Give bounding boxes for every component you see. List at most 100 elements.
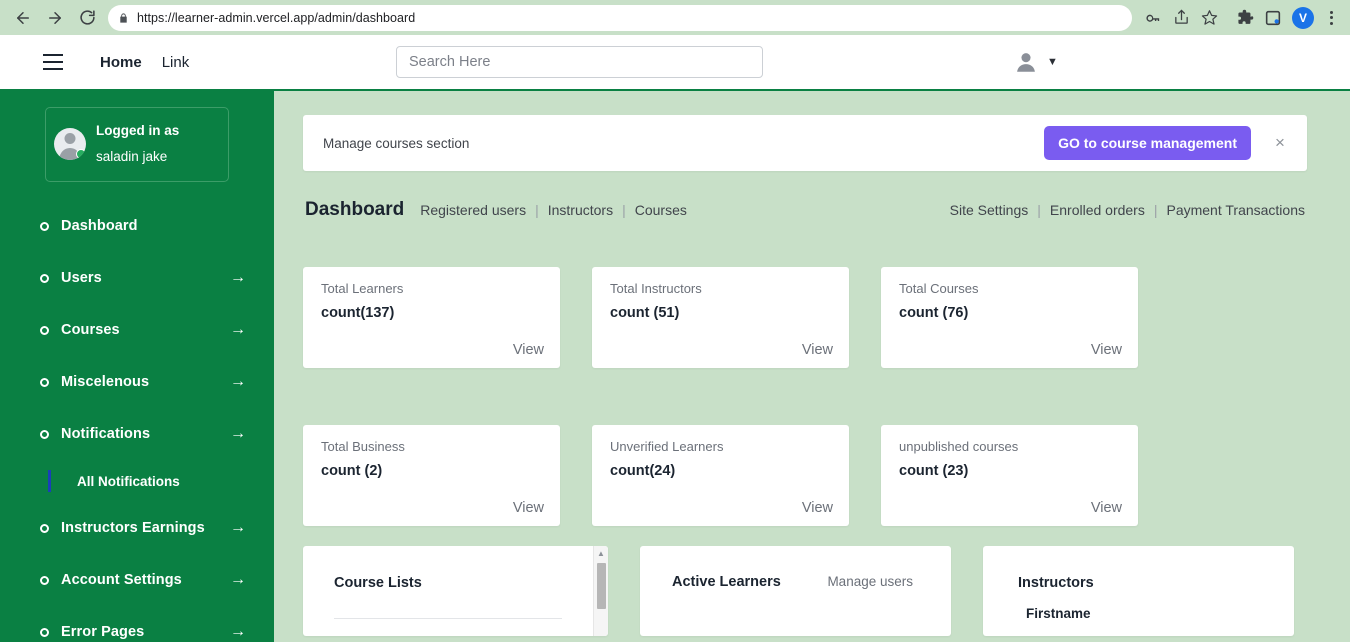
stat-card-count: count (76) [899,305,969,321]
stat-card-unverified-learners[interactable]: Unverified Learners count(24) View [592,425,849,526]
go-to-course-management-button[interactable]: GO to course management [1044,126,1251,160]
sidebar-subitem-label: All Notifications [77,473,180,489]
manage-users-link[interactable]: Manage users [827,574,913,589]
stat-cards-row: Total Learners count(137) View Total Ins… [303,267,1307,368]
page-body: Logged in as saladin jake Dashboard User… [0,91,1350,642]
instructors-column-header: Firstname [1026,606,1091,621]
sidebar-menu: Dashboard Users → Courses → Miscelenous … [0,200,274,642]
stat-card-unpublished-courses[interactable]: unpublished courses count (23) View [881,425,1138,526]
stat-card-view-link[interactable]: View [513,342,544,358]
stat-card-view-link[interactable]: View [1091,342,1122,358]
arrow-right-icon: → [230,623,246,641]
sidebar-item-label: Account Settings [61,572,182,589]
nav-item-home[interactable]: Home [100,54,142,71]
stat-card-total-instructors[interactable]: Total Instructors count (51) View [592,267,849,368]
sidebar-item-users[interactable]: Users → [0,252,274,304]
stat-card-total-business[interactable]: Total Business count (2) View [303,425,560,526]
logged-in-label: Logged in as [96,123,180,138]
stat-card-view-link[interactable]: View [513,500,544,516]
chevron-down-icon[interactable]: ▼ [1047,56,1058,68]
user-menu[interactable]: ▼ [1013,49,1058,75]
stat-card-view-link[interactable]: View [802,500,833,516]
stat-cards-grid: Total Learners count(137) View Total Ins… [303,267,1307,526]
sidebar-item-miscelenous[interactable]: Miscelenous → [0,356,274,408]
share-icon[interactable] [1168,5,1194,31]
forward-arrow-icon[interactable] [40,3,70,33]
puzzle-icon[interactable] [1232,5,1258,31]
stat-card-title: unpublished courses [899,439,1019,454]
breadcrumb-enrolled-orders[interactable]: Enrolled orders [1050,202,1145,218]
scrollbar[interactable]: ▲ [593,546,608,636]
breadcrumb-instructors[interactable]: Instructors [548,202,613,218]
stat-cards-row: Total Business count (2) View Unverified… [303,425,1307,526]
stat-card-view-link[interactable]: View [1091,500,1122,516]
sidebar-item-notifications[interactable]: Notifications → [0,408,274,460]
arrow-right-icon: → [230,321,246,339]
stat-card-title: Total Business [321,439,405,454]
stat-card-count: count (2) [321,463,383,479]
stat-card-count: count(137) [321,305,395,321]
sidebar-item-label: Miscelenous [61,374,150,391]
banner-text: Manage courses section [323,135,470,151]
sidebar-item-label: Users [61,270,102,287]
stat-card-total-courses[interactable]: Total Courses count (76) View [881,267,1138,368]
online-badge [76,148,86,159]
stat-card-title: Total Learners [321,281,404,296]
search-container [396,46,763,78]
breadcrumb-payment-transactions[interactable]: Payment Transactions [1166,202,1305,218]
panel-instructors: Instructors Firstname [983,546,1294,636]
sidebar-item-instructors-earnings[interactable]: Instructors Earnings → [0,502,274,554]
three-dots-icon[interactable] [1320,5,1342,31]
side-panel-icon[interactable] [1260,5,1286,31]
sidebar-item-account-settings[interactable]: Account Settings → [0,554,274,606]
active-indicator-bar [48,470,51,493]
circle-bullet-icon [40,575,49,585]
arrow-right-icon: → [230,269,246,287]
search-input[interactable] [396,46,763,78]
sidebar-item-courses[interactable]: Courses → [0,304,274,356]
top-nav: Home Link [100,54,189,71]
sidebar-subitem-all-notifications[interactable]: All Notifications [0,460,274,502]
breadcrumb-site-settings[interactable]: Site Settings [950,202,1029,218]
user-avatar-icon [1013,49,1039,75]
browser-profile-avatar[interactable]: V [1292,6,1314,29]
nav-item-link[interactable]: Link [162,54,190,71]
panels-row: Course Lists ▲ Active Learners Manage us… [303,546,1307,636]
scroll-up-arrow-icon[interactable]: ▲ [594,546,609,561]
stat-card-view-link[interactable]: View [802,342,833,358]
scrollbar-thumb[interactable] [596,563,606,609]
sidebar: Logged in as saladin jake Dashboard User… [0,91,274,642]
url-text: https://learner-admin.vercel.app/admin/d… [137,10,416,25]
arrow-right-icon: → [230,373,246,391]
circle-bullet-icon [40,377,49,387]
sidebar-item-label: Courses [61,322,120,339]
username: saladin jake [96,148,168,164]
browser-toolbar: https://learner-admin.vercel.app/admin/d… [0,0,1350,35]
circle-bullet-icon [40,273,49,283]
lock-icon [118,12,129,24]
breadcrumb-separator: | [535,202,539,218]
sidebar-item-dashboard[interactable]: Dashboard [0,200,274,252]
hamburger-icon[interactable] [36,45,70,79]
back-arrow-icon[interactable] [8,3,38,33]
arrow-right-icon: → [230,519,246,537]
breadcrumb-courses[interactable]: Courses [635,202,687,218]
stat-card-total-learners[interactable]: Total Learners count(137) View [303,267,560,368]
address-bar[interactable]: https://learner-admin.vercel.app/admin/d… [108,4,1132,31]
page-title-row: Dashboard Registered users | Instructors… [303,199,1307,221]
stat-card-title: Unverified Learners [610,439,724,454]
sidebar-item-error-pages[interactable]: Error Pages → [0,606,274,642]
sidebar-item-label: Notifications [61,426,151,443]
panel-title: Course Lists [334,575,422,591]
close-icon[interactable]: × [1271,133,1289,153]
star-icon[interactable] [1196,5,1222,31]
breadcrumb-registered-users[interactable]: Registered users [420,202,526,218]
logged-in-box[interactable]: Logged in as saladin jake [45,107,229,183]
panel-course-lists: Course Lists ▲ [303,546,608,636]
page-title: Dashboard [305,199,405,220]
stat-card-title: Total Courses [899,281,979,296]
key-icon[interactable] [1140,5,1166,31]
circle-bullet-icon [40,325,49,335]
reload-icon[interactable] [72,3,102,33]
breadcrumb-right: Site Settings | Enrolled orders | Paymen… [950,202,1305,218]
